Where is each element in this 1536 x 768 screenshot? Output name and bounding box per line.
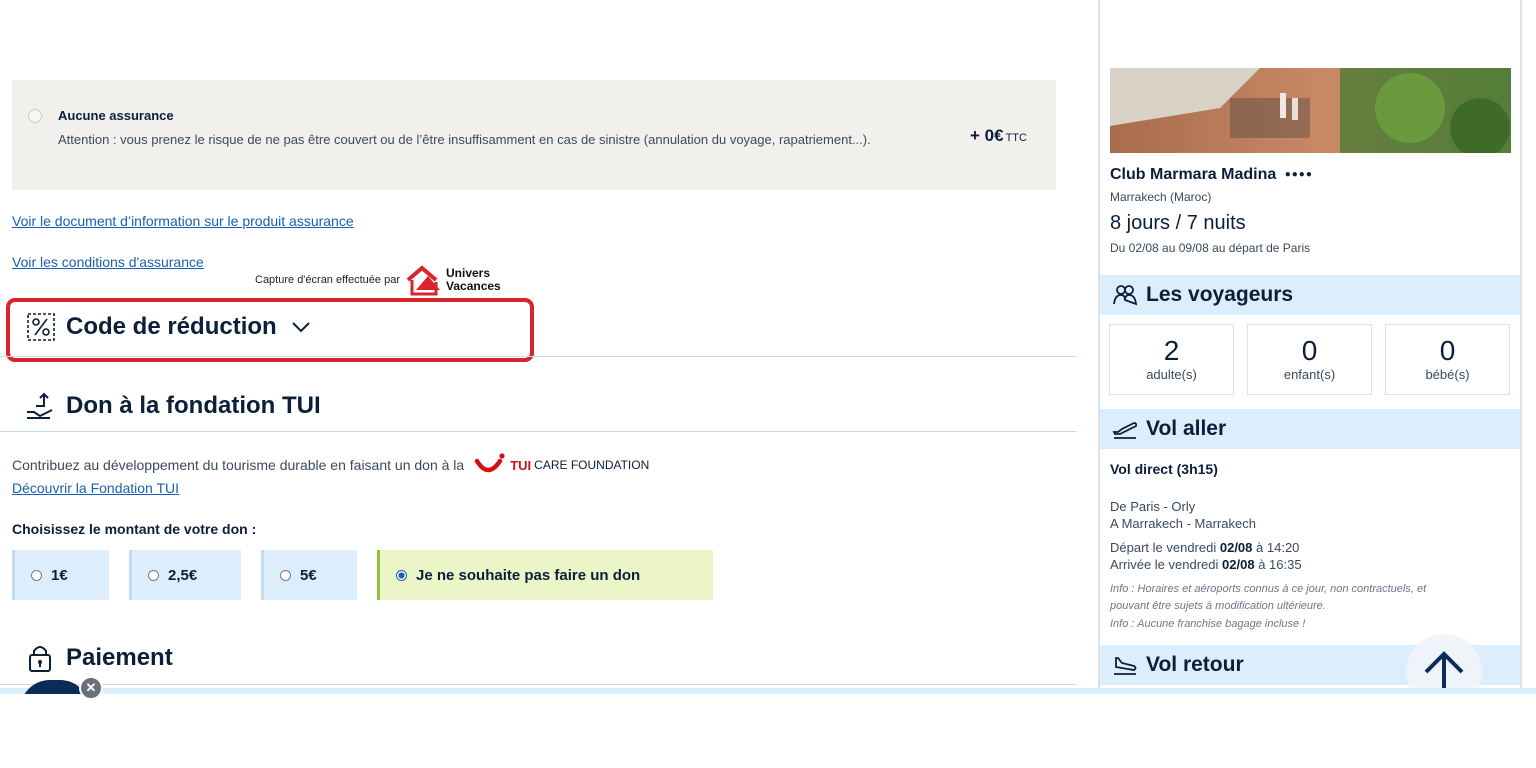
travelers-icon: [1113, 285, 1138, 306]
hotel-name-text: Club Marmara Madina: [1110, 166, 1277, 183]
plane-landing-icon: [1114, 657, 1137, 675]
arrival-date: 02/08: [1222, 557, 1255, 572]
care-foundation-text: CARE FOUNDATION: [534, 458, 650, 472]
donation-hand-icon: [27, 392, 53, 419]
divider: [0, 356, 1077, 357]
outbound-title: Vol aller: [1146, 417, 1227, 440]
tui-foundation-link[interactable]: Découvrir la Fondation TUI: [12, 480, 179, 496]
univers-vacances-logo-icon: [406, 265, 440, 296]
traveler-label: enfant(s): [1283, 367, 1336, 382]
return-title: Vol retour: [1146, 653, 1244, 676]
arrival-prefix: Arrivée le vendredi: [1110, 557, 1219, 572]
hotel-location: Marrakech (Maroc): [1110, 190, 1212, 204]
radio-button[interactable]: [31, 569, 42, 581]
travelers-header: Les voyageurs: [1100, 275, 1520, 315]
traveler-count: 0: [1301, 335, 1318, 366]
reduction-title: Code de réduction: [66, 313, 277, 340]
rating-icon: ●●●●: [1284, 169, 1313, 180]
payment-section-title: Paiement: [26, 643, 173, 673]
divider: [0, 684, 1077, 685]
radio-button-selected[interactable]: [396, 569, 407, 581]
discount-icon: [27, 313, 55, 341]
outbound-flight-header: Vol aller: [1100, 409, 1520, 449]
insurance-conditions-link[interactable]: Voir les conditions d'assurance: [12, 254, 204, 270]
lower-blank-area: [0, 694, 1536, 768]
plane-takeoff-icon: [1112, 422, 1138, 439]
capture-text: Capture d'écran effectuée par: [255, 274, 400, 286]
flight-info-line1: Info : Horaires et aéroports connus à ce…: [1110, 583, 1427, 595]
donation-text: Contribuez au développement du tourisme …: [12, 453, 649, 477]
insurance-none-radio[interactable]: [28, 109, 42, 123]
brand-line2: Vacances: [446, 279, 501, 293]
lock-icon: [29, 646, 51, 672]
stay-dates: Du 02/08 au 09/08 au départ de Paris: [1110, 241, 1311, 255]
traveler-count: 0: [1439, 335, 1456, 366]
chat-close-icon[interactable]: ✕: [79, 676, 103, 700]
flight-type: Vol direct (3h15): [1110, 461, 1218, 477]
donation-option-none[interactable]: Je ne souhaite pas faire un don: [377, 550, 713, 600]
hotel-photo: [1110, 68, 1511, 153]
donation-option-label: 1€: [51, 566, 68, 584]
price-value: + 0€: [970, 126, 1004, 145]
donation-description: Contribuez au développement du tourisme …: [12, 457, 465, 473]
donation-option-label: Je ne souhaite pas faire un don: [416, 566, 641, 584]
insurance-none-description: Attention : vous prenez le risque de ne …: [58, 132, 871, 147]
departure-prefix: Départ le vendredi: [1110, 540, 1217, 555]
flight-arrival: Arrivée le vendredi 02/08 à 16:35: [1110, 557, 1302, 572]
traveler-label: adulte(s): [1146, 367, 1197, 382]
payment-title: Paiement: [66, 644, 173, 671]
donation-option-5[interactable]: 5€: [261, 550, 357, 600]
insurance-document-link[interactable]: Voir le document d’information sur le pr…: [12, 213, 354, 229]
flight-departure: Départ le vendredi 02/08 à 14:20: [1110, 540, 1299, 555]
insurance-none-title: Aucune assurance: [58, 108, 174, 123]
arrival-time: à 16:35: [1258, 557, 1302, 572]
insurance-none-price: + 0€ TTC: [970, 126, 1027, 146]
donation-option-1[interactable]: 1€: [12, 550, 109, 600]
donation-section-title: Don à la fondation TUI: [24, 390, 321, 422]
donation-option-label: 5€: [300, 566, 317, 584]
donation-option-2-5[interactable]: 2,5€: [129, 550, 241, 600]
departure-time: à 14:20: [1256, 540, 1300, 555]
traveler-count: 2: [1163, 335, 1180, 366]
tui-smile-logo-icon: [474, 453, 505, 473]
radio-button[interactable]: [280, 569, 291, 581]
donation-option-label: 2,5€: [168, 566, 198, 584]
brand-line1: Univers: [446, 266, 491, 280]
traveler-count-babies: 0 bébé(s): [1385, 324, 1510, 395]
donation-choose-label: Choisissez le montant de votre don :: [12, 521, 257, 537]
flight-to: A Marrakech - Marrakech: [1110, 516, 1256, 531]
price-suffix: TTC: [1005, 132, 1027, 144]
reduction-code-toggle[interactable]: Code de réduction: [26, 312, 311, 342]
divider: [0, 431, 1077, 432]
hotel-name: Club Marmara Madina ●●●●: [1110, 166, 1313, 184]
travelers-title: Les voyageurs: [1146, 283, 1294, 306]
donation-title: Don à la fondation TUI: [66, 392, 321, 419]
departure-date: 02/08: [1219, 540, 1253, 555]
capture-brand: Univers Vacances: [446, 267, 501, 293]
traveler-count-children: 0 enfant(s): [1247, 324, 1372, 395]
flight-info-line3: Info : Aucune franchise bagage incluse !: [1110, 618, 1306, 630]
flight-from: De Paris - Orly: [1110, 499, 1196, 514]
tui-logo-text: TUI: [510, 457, 532, 473]
chevron-down-icon: [291, 322, 310, 333]
capture-watermark: Capture d'écran effectuée par Univers Vac…: [255, 264, 501, 296]
traveler-count-adults: 2 adulte(s): [1109, 324, 1234, 395]
traveler-label: bébé(s): [1425, 367, 1470, 382]
stay-duration: 8 jours / 7 nuits: [1110, 212, 1246, 234]
radio-button[interactable]: [148, 569, 159, 581]
flight-info-line2: pouvant être sujets à modification ultér…: [1110, 600, 1326, 612]
